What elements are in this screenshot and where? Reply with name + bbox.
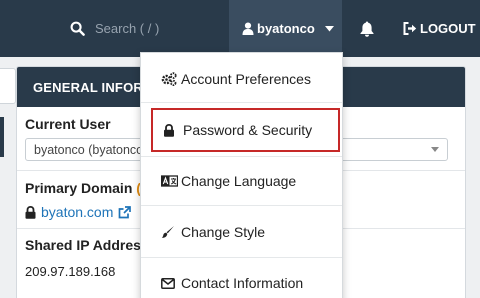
envelope-icon: [161, 277, 178, 289]
search-input[interactable]: [95, 13, 245, 44]
menu-item-label: Account Preferences: [181, 71, 311, 87]
user-icon: [242, 22, 254, 35]
logout-label: LOGOUT: [420, 21, 476, 36]
menu-item-label: Change Style: [181, 224, 266, 240]
username-label: byatonco: [257, 21, 315, 36]
left-accent-strip: [0, 117, 4, 157]
language-icon: [161, 175, 178, 187]
user-menu-button[interactable]: byatonco: [229, 0, 342, 57]
menu-item-label: Password & Security: [183, 122, 313, 138]
logout-button[interactable]: LOGOUT: [391, 0, 480, 57]
select-arrow-icon: [431, 147, 439, 152]
left-card-edge: [0, 68, 16, 104]
bell-icon: [360, 21, 373, 37]
menu-divider: [141, 102, 342, 103]
notifications-button[interactable]: [343, 0, 390, 57]
menu-item-change-style[interactable]: Change Style: [141, 210, 344, 254]
menu-item-account-preferences[interactable]: Account Preferences: [141, 57, 344, 101]
menu-divider: [141, 205, 342, 206]
current-user-value: byatonco (byatonco): [34, 142, 148, 157]
search-box[interactable]: [70, 0, 245, 57]
menu-item-password-security[interactable]: Password & Security: [151, 108, 340, 152]
menu-divider: [141, 156, 342, 157]
menu-item-change-language[interactable]: Change Language: [141, 159, 344, 203]
lock-icon: [163, 123, 180, 137]
menu-divider: [141, 257, 342, 258]
caret-down-icon: [324, 25, 334, 32]
gears-icon: [161, 72, 178, 86]
user-dropdown-menu: Account Preferences Password & Security …: [140, 52, 343, 298]
sign-out-icon: [403, 22, 417, 35]
menu-item-label: Contact Information: [181, 275, 304, 291]
menu-item-contact-information[interactable]: Contact Information: [141, 261, 344, 298]
ssl-lock-icon: [25, 205, 36, 219]
brush-icon: [161, 225, 178, 239]
menu-item-label: Change Language: [181, 173, 297, 189]
search-icon: [70, 21, 85, 36]
primary-domain-link[interactable]: byaton.com: [41, 204, 113, 220]
top-navbar: byatonco LOGOUT: [0, 0, 480, 57]
external-link-icon[interactable]: [118, 205, 132, 219]
